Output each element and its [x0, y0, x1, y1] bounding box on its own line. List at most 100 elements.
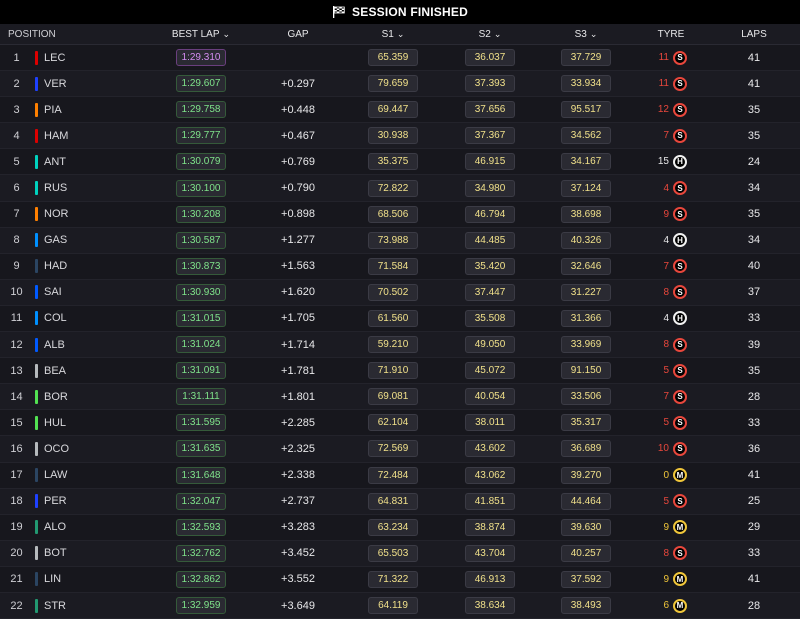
sector3-cell: 40.326 [538, 231, 634, 249]
column-header-s2[interactable]: S2 ⌄ [442, 29, 538, 40]
table-row[interactable]: 18 PER 1:32.047 +2.737 64.831 41.851 44.464 5 S 2… [0, 488, 800, 515]
sector1-time: 65.359 [368, 49, 418, 67]
sector1-time: 72.822 [368, 179, 418, 197]
sector3-cell: 44.464 [538, 492, 634, 510]
column-header-laps: LAPS [741, 28, 767, 40]
sector3-cell: 34.167 [538, 153, 634, 171]
table-row[interactable]: 11 COL 1:31.015 +1.705 61.560 35.508 31.366 4 H 3… [0, 305, 800, 333]
sector1-time: 73.988 [368, 231, 418, 249]
table-row[interactable]: 19 ALO 1:32.593 +3.283 63.234 38.874 39.630 9 M 2… [0, 514, 800, 541]
table-row[interactable]: 3 PIA 1:29.758 +0.448 69.447 37.656 95.517 12 S 3… [0, 97, 800, 124]
tyre-cell: 9M [634, 572, 708, 587]
table-row[interactable]: 14 BOR 1:31.111 +1.801 69.081 40.054 33.506 7 S 2… [0, 384, 800, 411]
tyre-age: 4 [663, 234, 669, 246]
sector3-cell: 33.506 [538, 388, 634, 406]
sector3-cell: 95.517 [538, 101, 634, 119]
table-row[interactable]: 16 OCO 1:31.635 +2.325 72.569 43.602 36.689 10 S… [0, 436, 800, 463]
driver-code: VER [44, 77, 67, 90]
tyre-cell: 6M [634, 598, 708, 613]
sector1-cell: 71.584 [344, 257, 442, 275]
laps-cell: 33 [747, 547, 761, 560]
column-header-s3[interactable]: S3 ⌄ [538, 29, 634, 40]
soft-tyre-icon: S [673, 102, 687, 117]
tyre-age: 0 [663, 469, 669, 481]
driver-cell: BOR [33, 389, 150, 404]
position-cell: 7 [13, 208, 20, 221]
tyre-cell: 7S [634, 259, 708, 274]
tyre-cell: 5S [634, 415, 708, 430]
gap-cell: +1.714 [281, 338, 315, 351]
table-row[interactable]: 8 GAS 1:30.587 +1.277 73.988 44.485 40.326 4 H 34 [0, 227, 800, 254]
sector3-cell: 37.124 [538, 179, 634, 197]
sector3-time: 33.934 [561, 75, 611, 93]
driver-cell: LAW [33, 468, 150, 483]
gap-cell: +2.325 [281, 442, 315, 455]
table-row[interactable]: 13 BEA 1:31.091 +1.781 71.910 45.072 91.150 5 S 3… [0, 358, 800, 385]
driver-code: SAI [44, 286, 62, 299]
sector2-cell: 49.050 [442, 336, 538, 354]
table-row[interactable]: 12 ALB 1:31.024 +1.714 59.210 49.050 33.969 8 S 3… [0, 332, 800, 359]
column-header-s1[interactable]: S1 ⌄ [344, 29, 442, 40]
sector2-cell: 43.602 [442, 440, 538, 458]
table-row[interactable]: 17 LAW 1:31.648 +2.338 72.484 43.062 39.270 0 M 4… [0, 462, 800, 489]
driver-cell: HUL [33, 415, 150, 430]
table-row[interactable]: 1 LEC 1:29.310 65.359 36.037 37.729 11 S 41 [0, 45, 800, 72]
laps-cell: 36 [747, 442, 761, 455]
position-cell: 3 [13, 103, 20, 116]
table-row[interactable]: 15 HUL 1:31.595 +2.285 62.104 38.011 35.317 5 S 3… [0, 410, 800, 437]
sector3-cell: 39.630 [538, 518, 634, 536]
driver-code: LAW [44, 469, 68, 482]
table-row[interactable]: 21 LIN 1:32.862 +3.552 71.322 46.913 37.592 9 M 4… [0, 566, 800, 593]
sector3-time: 34.562 [561, 127, 611, 145]
table-row[interactable]: 10 SAI 1:30.930 +1.620 70.502 37.447 31.227 8 S 3… [0, 279, 800, 306]
team-color-bar [35, 233, 38, 248]
table-row[interactable]: 4 HAM 1:29.777 +0.467 30.938 37.367 34.562 7 S 35 [0, 123, 800, 150]
sector1-cell: 72.569 [344, 440, 442, 458]
sector1-time: 69.081 [368, 388, 418, 406]
tyre-cell: 15 H [634, 154, 708, 169]
session-status-title: SESSION FINISHED [352, 5, 468, 19]
soft-tyre-icon: S [673, 546, 687, 561]
gap-cell: +0.790 [281, 182, 315, 195]
best-lap-time: 1:29.310 [175, 49, 227, 67]
tyre-cell: 7S [634, 128, 708, 143]
position-cell: 1 [13, 51, 20, 64]
table-row[interactable]: 7 NOR 1:30.208 +0.898 68.506 46.794 38.698 9 S 35 [0, 201, 800, 228]
sector1-time: 79.659 [368, 75, 418, 93]
table-row[interactable]: 6 RUS 1:30.100 +0.790 72.822 34.980 37.124 4 S 34 [0, 175, 800, 202]
driver-code: RUS [44, 182, 68, 195]
sector3-cell: 31.227 [538, 283, 634, 301]
sector1-cell: 72.822 [344, 179, 442, 197]
table-row[interactable]: 2 VER 1:29.607 +0.297 79.659 37.393 33.934 11 S 4… [0, 71, 800, 98]
sector2-time: 34.980 [465, 179, 515, 197]
chevron-down-icon: ⌄ [222, 28, 231, 39]
sector1-cell: 35.375 [344, 153, 442, 171]
sector2-time: 40.054 [465, 388, 515, 406]
best-lap-time: 1:29.607 [175, 75, 227, 93]
sector1-time: 72.569 [368, 440, 418, 458]
timing-table-header: POSITION BEST LAP ⌄ GAP S1 ⌄ S2 ⌄ S3 ⌄ TYRE … [0, 24, 800, 45]
tyre-age: 10 [657, 443, 669, 455]
sector3-time: 44.464 [561, 492, 611, 510]
position-cell: 12 [10, 338, 23, 351]
best-lap-cell: 1:32.959 [150, 597, 252, 615]
sector3-time: 37.729 [561, 49, 611, 67]
table-row[interactable]: 5 ANT 1:30.079 +0.769 35.375 46.915 34.167 15 H 2… [0, 149, 800, 176]
best-lap-time: 1:32.593 [175, 518, 227, 536]
sector2-time: 38.634 [465, 597, 515, 615]
sector2-time: 46.915 [465, 153, 515, 171]
sector3-cell: 32.646 [538, 257, 634, 275]
sector1-time: 63.234 [368, 518, 418, 536]
column-header-best-lap[interactable]: BEST LAP ⌄ [150, 29, 252, 40]
gap-cell: +1.705 [281, 312, 315, 325]
table-row[interactable]: 9 HAD 1:30.873 +1.563 71.584 35.420 32.646 7 S 40 [0, 253, 800, 280]
table-row[interactable]: 22 STR 1:32.959 +3.649 64.119 38.634 38.493 6 M 2… [0, 592, 800, 619]
laps-cell: 41 [747, 51, 761, 64]
sector2-time: 37.393 [465, 75, 515, 93]
chevron-down-icon: ⌄ [493, 28, 502, 39]
column-header-gap: GAP [287, 28, 309, 40]
sector2-cell: 37.367 [442, 127, 538, 145]
gap-cell: +1.277 [281, 234, 315, 247]
column-header-position: POSITION [8, 28, 56, 40]
table-row[interactable]: 20 BOT 1:32.762 +3.452 65.503 43.704 40.257 8 S 3… [0, 540, 800, 567]
